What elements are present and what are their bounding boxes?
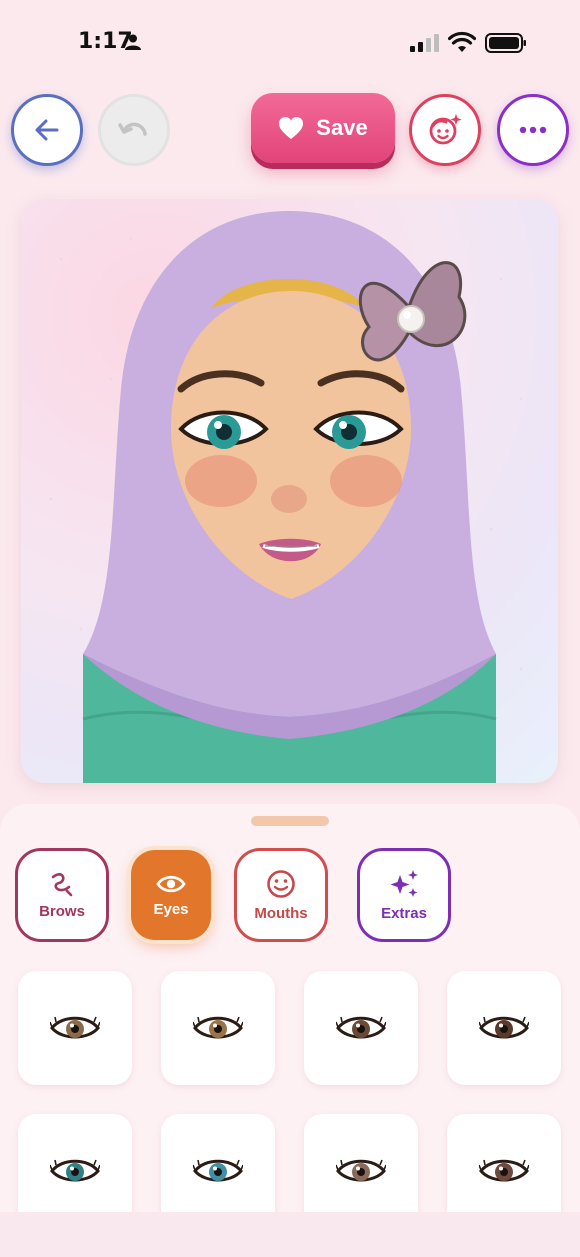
eye-option-3[interactable]	[304, 971, 418, 1085]
person-icon	[125, 34, 141, 50]
heart-icon	[279, 117, 304, 139]
wifi-icon	[448, 31, 476, 52]
save-button-label: Save	[316, 115, 368, 140]
random-face-button[interactable]	[409, 94, 481, 166]
eye-swatch-icon	[479, 1159, 529, 1182]
eye-swatch-icon	[50, 1159, 100, 1182]
eye-option-7[interactable]	[304, 1114, 418, 1228]
tab-eyes[interactable]: Eyes	[131, 850, 211, 940]
tab-mouths-label: Mouths	[254, 904, 308, 922]
arrow-left-icon	[35, 119, 59, 141]
sheet-drag-handle[interactable]	[251, 816, 329, 826]
avatar-illustration	[49, 211, 523, 783]
eye-swatch-icon	[193, 1016, 243, 1039]
squiggle-icon	[51, 872, 73, 896]
eye-option-6[interactable]	[161, 1114, 275, 1228]
undo-icon	[118, 122, 147, 136]
eye-swatch-icon	[336, 1159, 386, 1182]
smiley-icon	[267, 869, 295, 898]
status-bar: 1:17	[0, 0, 580, 86]
eye-option-2[interactable]	[161, 971, 275, 1085]
cellular-signal-icon	[410, 34, 439, 52]
battery-icon	[485, 33, 526, 53]
eye-option-4[interactable]	[447, 971, 561, 1085]
eye-swatch-icon	[50, 1016, 100, 1039]
eye-option-8[interactable]	[447, 1114, 561, 1228]
tab-extras-label: Extras	[381, 904, 427, 922]
bottom-safe-area	[0, 1212, 580, 1257]
tab-eyes-label: Eyes	[153, 900, 189, 918]
sparkles-icon	[390, 869, 418, 897]
eye-swatch-icon	[479, 1016, 529, 1039]
tab-brows[interactable]: Brows	[15, 848, 109, 942]
eye-icon	[156, 875, 186, 892]
eye-swatch-icon	[193, 1159, 243, 1182]
tab-mouths[interactable]: Mouths	[234, 848, 328, 942]
avatar-canvas[interactable]	[21, 199, 558, 783]
more-horizontal-icon	[519, 126, 547, 134]
save-button[interactable]: Save	[251, 93, 395, 163]
face-sparkle-icon	[429, 114, 462, 145]
eye-swatch-icon	[336, 1016, 386, 1039]
undo-button[interactable]	[98, 94, 170, 166]
back-button[interactable]	[11, 94, 83, 166]
eye-option-5[interactable]	[18, 1114, 132, 1228]
tab-brows-label: Brows	[39, 902, 85, 920]
more-options-button[interactable]	[497, 94, 569, 166]
eye-option-1[interactable]	[18, 971, 132, 1085]
tab-extras[interactable]: Extras	[357, 848, 451, 942]
